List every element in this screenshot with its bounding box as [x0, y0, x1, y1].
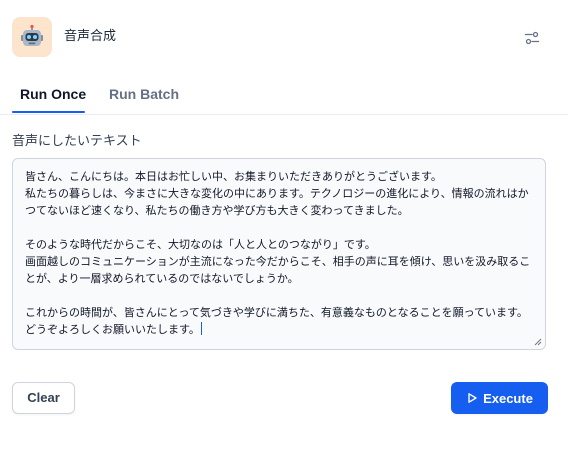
tab-bar: Run Once Run Batch	[0, 76, 568, 115]
clear-button[interactable]: Clear	[12, 382, 75, 414]
robot-icon	[21, 24, 43, 46]
sliders-icon	[524, 31, 540, 45]
settings-button[interactable]	[520, 26, 544, 50]
active-tab-indicator	[12, 111, 85, 113]
resize-handle-icon[interactable]	[534, 338, 542, 346]
tab-run-once[interactable]: Run Once	[20, 85, 86, 103]
play-icon	[468, 393, 477, 403]
text-input-value: 皆さん、こんにちは。本日はお忙しい中、お集まりいただきありがとうございます。 私…	[25, 170, 531, 336]
text-caret	[200, 322, 202, 335]
app-title: 音声合成	[64, 29, 117, 44]
text-field-label: 音声にしたいテキスト	[12, 134, 142, 149]
execute-label: Execute	[483, 390, 533, 406]
text-input[interactable]: 皆さん、こんにちは。本日はお忙しい中、お集まりいただきありがとうございます。 私…	[12, 158, 546, 350]
execute-button[interactable]: Execute	[451, 382, 548, 414]
app-icon	[12, 17, 52, 57]
app-window: 音声合成 Run Once Run Batch 音声にしたいテキスト 皆さん、こ…	[0, 0, 568, 463]
header: 音声合成	[0, 0, 568, 76]
tab-run-batch[interactable]: Run Batch	[109, 85, 179, 103]
